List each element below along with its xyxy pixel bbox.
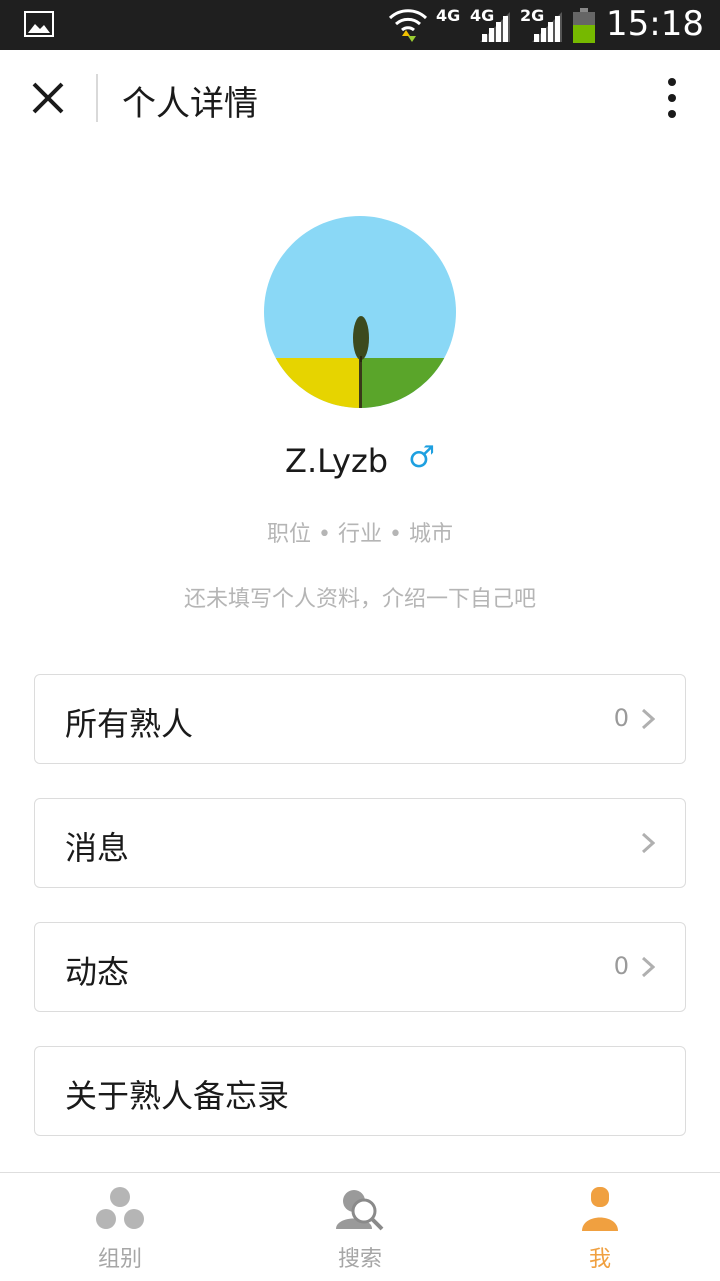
menu-item-label: 关于熟人备忘录: [65, 1077, 290, 1115]
chevron-right-icon: [641, 832, 655, 854]
wifi-icon: [388, 9, 428, 42]
header-divider: [96, 74, 98, 122]
nav-tab-label: 我: [588, 1247, 611, 1272]
bottom-nav: 组别 搜索 我: [0, 1172, 720, 1281]
nav-tab-me[interactable]: 我: [480, 1173, 720, 1281]
groups-icon: [96, 1187, 144, 1229]
chevron-right-icon: [641, 708, 655, 730]
menu-item-moments[interactable]: 动态 0: [34, 922, 686, 1012]
chevron-right-icon: [641, 956, 655, 978]
gallery-icon: [24, 11, 54, 37]
signal-icon: [480, 12, 510, 42]
name-row: Z.Lyzb ♂: [0, 440, 720, 480]
profile-meta[interactable]: 职位 • 行业 • 城市: [0, 516, 720, 548]
battery-icon: [573, 8, 595, 43]
app-header: 个人详情: [0, 50, 720, 146]
close-icon[interactable]: [26, 76, 70, 120]
menu-item-count: 0: [613, 704, 629, 732]
nav-tab-search[interactable]: 搜索: [240, 1173, 480, 1281]
nav-tab-groups[interactable]: 组别: [0, 1173, 240, 1281]
status-bar: 4G 4G 2G 15:18: [0, 0, 720, 50]
nav-tab-label: 搜索: [337, 1247, 382, 1272]
menu-item-messages[interactable]: 消息: [34, 798, 686, 888]
menu-item-all-contacts[interactable]: 所有熟人 0: [34, 674, 686, 764]
menu-item-about[interactable]: 关于熟人备忘录: [34, 1046, 686, 1136]
clock: 15:18: [606, 4, 704, 44]
more-vertical-icon[interactable]: [652, 76, 692, 120]
menu-item-label: 消息: [65, 829, 130, 867]
menu-item-label: 动态: [65, 953, 130, 991]
username: Z.Lyzb: [285, 442, 389, 480]
search-person-icon: [336, 1190, 384, 1231]
nav-tab-label: 组别: [97, 1247, 142, 1272]
profile-bio-placeholder[interactable]: 还未填写个人资料，介绍一下自己吧: [0, 581, 720, 613]
page-title: 个人详情: [122, 84, 258, 124]
male-gender-icon: ♂: [408, 440, 435, 475]
me-icon: [582, 1187, 618, 1231]
network-type-label: 4G: [436, 6, 461, 25]
avatar[interactable]: [264, 216, 456, 408]
menu-item-count: 0: [613, 952, 629, 980]
signal-icon: [532, 12, 562, 42]
menu-item-label: 所有熟人: [65, 705, 194, 743]
